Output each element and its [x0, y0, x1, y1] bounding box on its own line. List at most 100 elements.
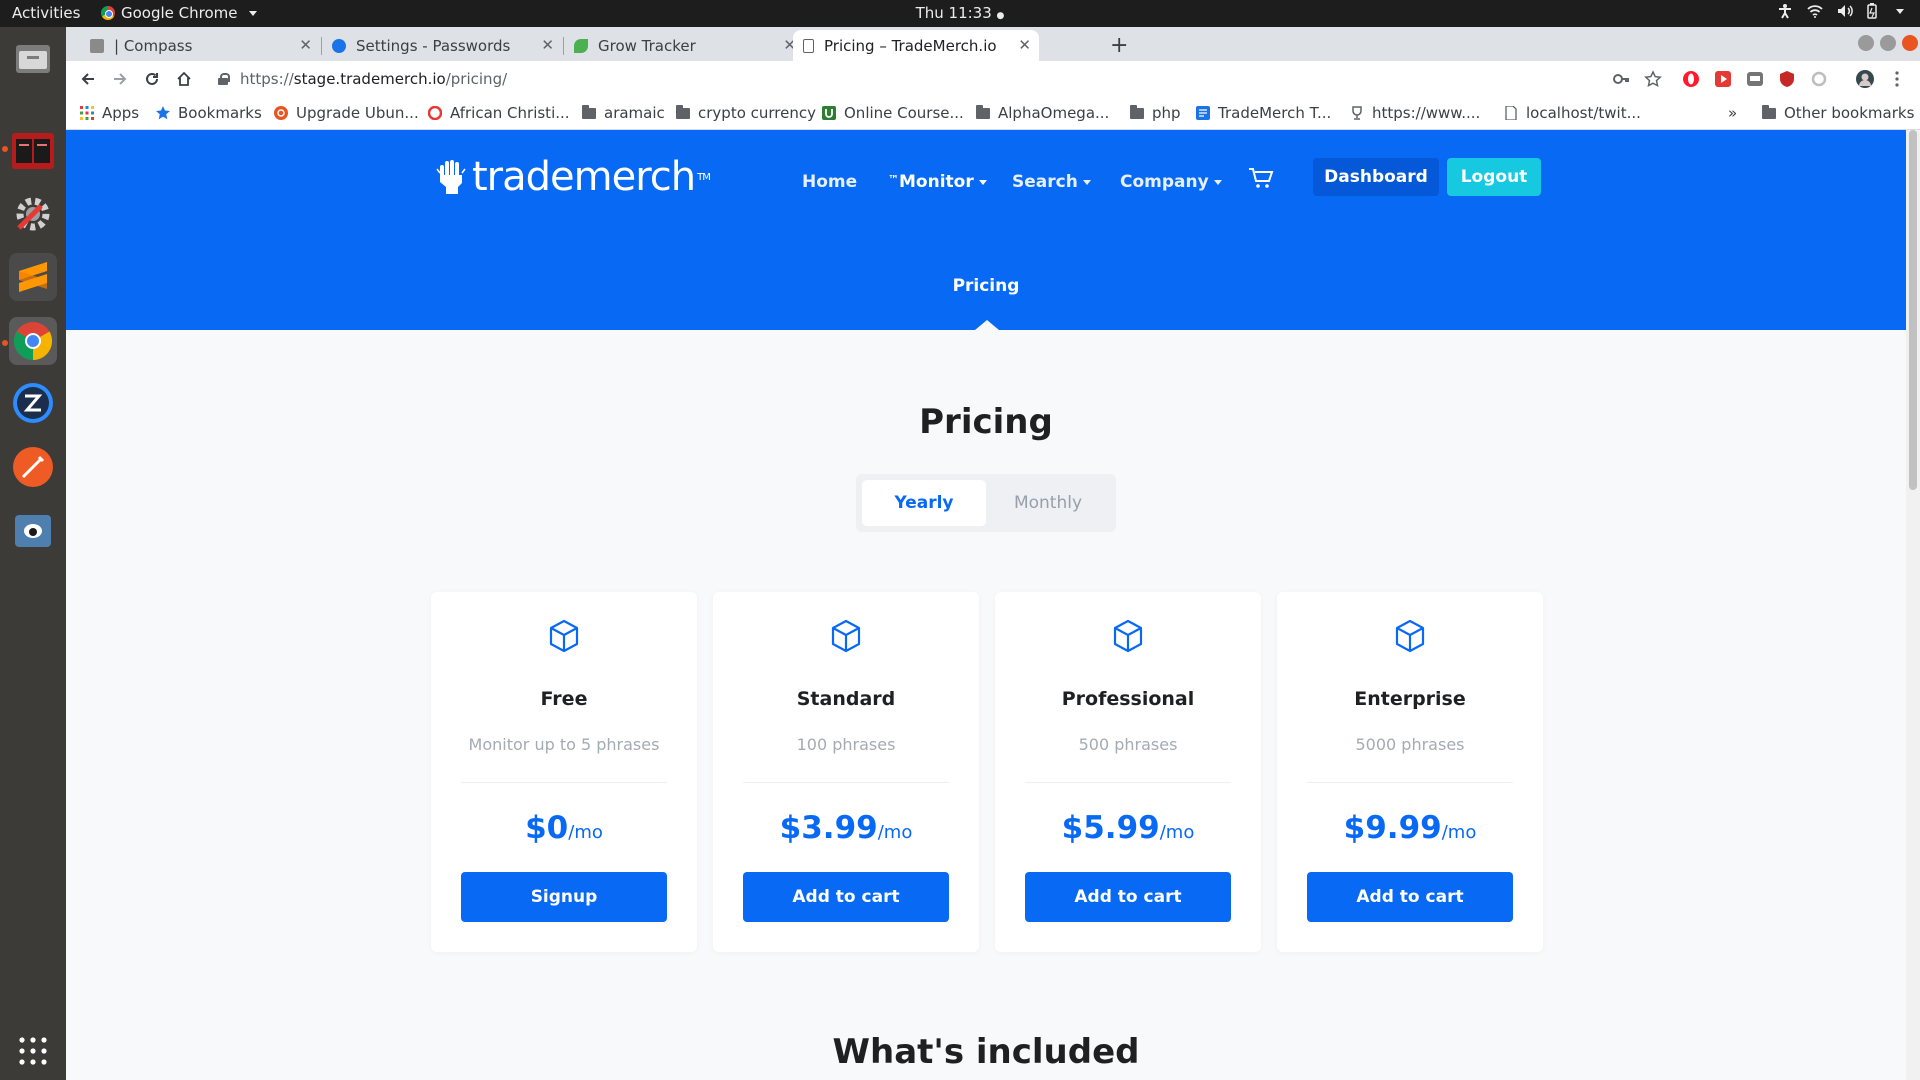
- bookmark-folder-crypto-currency[interactable]: crypto currency: [676, 104, 816, 122]
- system-clock[interactable]: Thu 11:33 ●: [916, 4, 1005, 22]
- tab-grow-tracker[interactable]: Grow Tracker ✕: [564, 30, 804, 61]
- bookmark-apps[interactable]: Apps: [80, 104, 139, 122]
- udemy-icon: [822, 106, 836, 120]
- bookmark-label: aramaic: [604, 104, 665, 122]
- key-icon[interactable]: [1612, 70, 1630, 88]
- bookmark-star-icon[interactable]: [1644, 70, 1662, 88]
- plan-price: $3.99/mo: [713, 810, 979, 846]
- sync-extension-icon[interactable]: [1810, 70, 1828, 88]
- close-window-icon[interactable]: [1902, 35, 1918, 51]
- postman-dock-icon[interactable]: [9, 443, 57, 491]
- activities-button[interactable]: Activities: [12, 4, 80, 22]
- home-icon[interactable]: [172, 67, 196, 91]
- folder-icon: [1130, 104, 1144, 119]
- nav-home[interactable]: Home: [802, 172, 857, 192]
- nav-monitor[interactable]: ™ Monitor: [888, 172, 987, 192]
- logo-trademark: TM: [697, 171, 711, 183]
- tab-pricing[interactable]: Pricing – TradeMerch.io ✕: [793, 30, 1039, 61]
- cube-icon: [549, 619, 579, 653]
- page-icon: [1505, 106, 1517, 120]
- bookmark-folder-alphaomega[interactable]: AlphaOmega...: [976, 104, 1109, 122]
- bookmark-label: https://www....: [1372, 104, 1481, 122]
- scrollbar-thumb[interactable]: [1909, 130, 1917, 490]
- minimize-window-icon[interactable]: [1858, 35, 1874, 51]
- sublime-text-dock-icon[interactable]: [9, 253, 57, 301]
- back-arrow-icon[interactable]: [76, 67, 100, 91]
- bookmarks-overflow-chevron[interactable]: »: [1728, 104, 1737, 122]
- plan-name: Free: [540, 688, 588, 710]
- settings-gear-icon: [332, 38, 346, 53]
- plan-card-professional: Professional 500 phrases $5.99/mo Add to…: [995, 592, 1261, 952]
- files-dock-icon[interactable]: [9, 35, 57, 83]
- bookmark-folder-aramaic[interactable]: aramaic: [582, 104, 665, 122]
- logout-button[interactable]: Logout: [1447, 158, 1541, 196]
- screen-recorder-dock-icon[interactable]: [9, 507, 57, 555]
- plan-description: 5000 phrases: [1355, 735, 1465, 754]
- yearly-option[interactable]: Yearly: [862, 480, 986, 526]
- profile-avatar[interactable]: [1856, 70, 1874, 88]
- close-tab-icon[interactable]: ✕: [541, 36, 554, 54]
- site-logo[interactable]: trademerch TM: [436, 154, 711, 200]
- video-extension-icon[interactable]: [1714, 70, 1732, 88]
- opera-extension-icon[interactable]: [1682, 70, 1700, 88]
- close-tab-icon[interactable]: ✕: [299, 36, 312, 54]
- bookmark-https-www[interactable]: https://www....: [1350, 104, 1480, 122]
- bookmark-label: African Christi...: [450, 104, 570, 122]
- lock-icon: [218, 73, 230, 85]
- monthly-option[interactable]: Monthly: [986, 480, 1110, 526]
- opera-icon: [428, 106, 442, 120]
- bookmark-trademerch[interactable]: TradeMerch T...: [1196, 104, 1331, 122]
- zoom-dock-icon[interactable]: [9, 379, 57, 427]
- address-bar[interactable]: https://stage.trademerch.io/pricing/: [204, 65, 1644, 93]
- tab-extension-icon[interactable]: [1746, 70, 1764, 88]
- show-applications-icon[interactable]: [9, 1027, 57, 1075]
- accessibility-icon: [1779, 4, 1791, 19]
- button-label: Add to cart: [1356, 887, 1464, 907]
- ublock-shield-icon[interactable]: [1778, 70, 1796, 88]
- nav-search[interactable]: Search: [1012, 172, 1091, 192]
- bookmark-label: localhost/twit...: [1526, 104, 1641, 122]
- system-tray[interactable]: [1777, 3, 1904, 19]
- close-tab-icon[interactable]: ✕: [1018, 36, 1031, 54]
- double-chevron-icon: »: [1728, 104, 1738, 122]
- toggle-label: Monthly: [1013, 493, 1083, 513]
- signup-button[interactable]: Signup: [461, 872, 667, 922]
- plan-description: 100 phrases: [796, 735, 896, 754]
- shopping-cart-icon[interactable]: [1248, 167, 1274, 189]
- reload-icon[interactable]: [140, 67, 164, 91]
- tab-settings-passwords[interactable]: Settings - Passwords ✕: [322, 30, 562, 61]
- button-label: Add to cart: [1074, 887, 1182, 907]
- app-menu-label: Google Chrome: [121, 4, 238, 22]
- settings-tools-dock-icon[interactable]: [9, 190, 57, 238]
- tab-compass[interactable]: | Compass ✕: [80, 30, 320, 61]
- bookmark-localhost-twit[interactable]: localhost/twit...: [1504, 104, 1641, 122]
- add-to-cart-button[interactable]: Add to cart: [1025, 872, 1231, 922]
- chrome-dock-icon[interactable]: [9, 317, 57, 365]
- bookmark-african-christi[interactable]: African Christi...: [428, 104, 570, 122]
- filezilla-dock-icon[interactable]: [9, 127, 57, 175]
- price-amount: $9.99: [1343, 810, 1442, 846]
- app-menu[interactable]: Google Chrome: [101, 4, 257, 22]
- raised-fist-logo-icon: [436, 160, 466, 194]
- folder-icon: [976, 104, 990, 119]
- wifi-icon: [1807, 5, 1823, 18]
- maximize-window-icon[interactable]: [1880, 35, 1896, 51]
- chrome-menu-icon[interactable]: [1888, 70, 1906, 88]
- chevron-down-icon: [978, 179, 987, 185]
- nav-company[interactable]: Company: [1120, 172, 1222, 192]
- dashboard-button[interactable]: Dashboard: [1313, 158, 1439, 196]
- page-scrollbar[interactable]: [1906, 130, 1920, 1080]
- bookmark-other-bookmarks[interactable]: Other bookmarks: [1762, 104, 1914, 122]
- bookmark-online-course[interactable]: Online Course...: [822, 104, 964, 122]
- ubuntu-icon: [274, 106, 288, 120]
- add-to-cart-button[interactable]: Add to cart: [743, 872, 949, 922]
- nav-label: Company: [1120, 172, 1209, 192]
- bookmark-bookmarks[interactable]: Bookmarks: [156, 104, 262, 122]
- add-to-cart-button[interactable]: Add to cart: [1307, 872, 1513, 922]
- bookmark-folder-php[interactable]: php: [1130, 104, 1181, 122]
- bookmark-upgrade-ubuntu[interactable]: Upgrade Ubun...: [274, 104, 419, 122]
- bookmark-label: AlphaOmega...: [998, 104, 1110, 122]
- new-tab-plus-icon[interactable]: +: [1110, 33, 1128, 58]
- forward-arrow-icon[interactable]: [108, 67, 132, 91]
- plan-card-enterprise: Enterprise 5000 phrases $9.99/mo Add to …: [1277, 592, 1543, 952]
